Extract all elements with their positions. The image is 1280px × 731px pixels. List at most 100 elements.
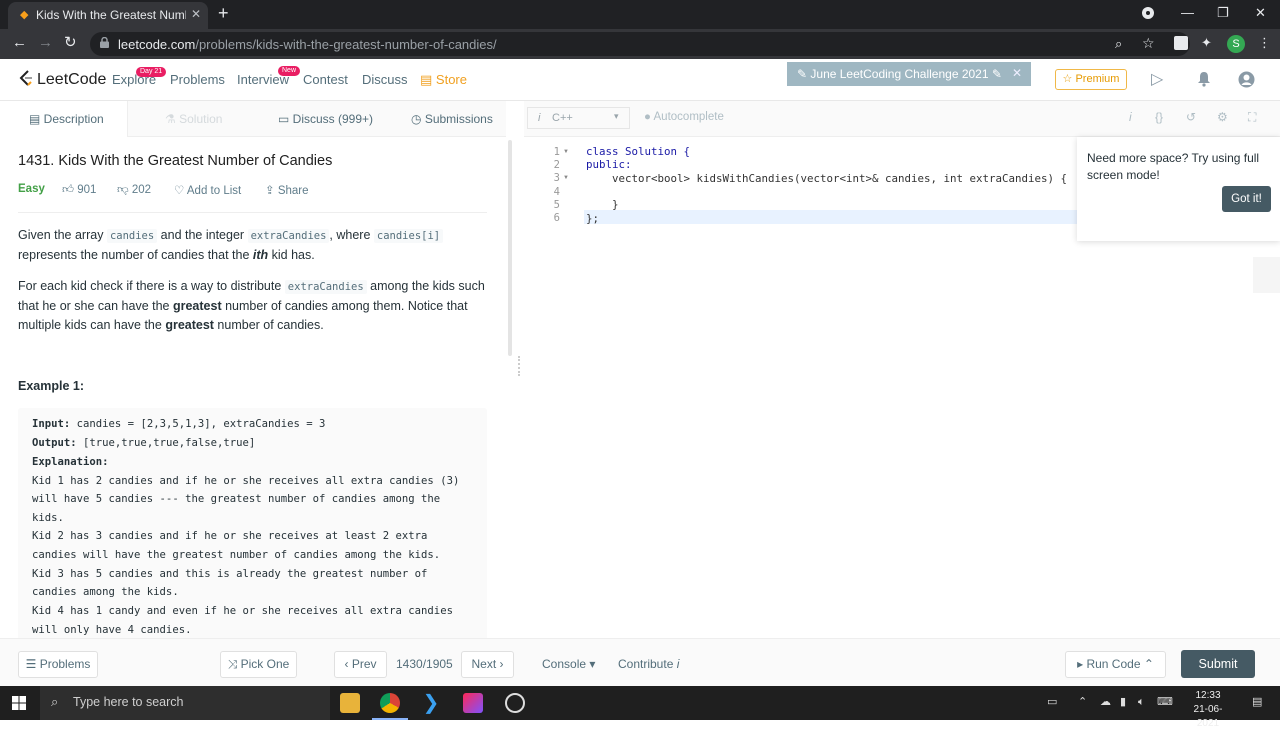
problems-list-button[interactable]: ☰ Problems [18, 651, 98, 678]
browser-menu-icon[interactable]: ⋮ [1258, 36, 1271, 50]
windows-start-icon[interactable] [12, 696, 26, 710]
line-number: 6 [553, 212, 560, 224]
notifications-icon[interactable]: ▤ [1252, 696, 1262, 708]
explanation-line: Kid 1 has 2 candies and if he or she rec… [32, 475, 460, 487]
panel-splitter[interactable] [514, 101, 524, 638]
network-icon[interactable]: ▮ [1120, 696, 1126, 708]
browser-tab-title: Kids With the Greatest Number of Candies… [36, 8, 186, 22]
tab-solution[interactable]: ⚗ Solution [165, 112, 222, 126]
prev-button[interactable]: ‹ Prev [334, 651, 387, 678]
volume-icon[interactable]: 🔈︎ [1138, 696, 1145, 708]
maximize-icon[interactable]: ❐ [1217, 5, 1229, 21]
code-line: class Solution { [586, 145, 691, 158]
line-number: 2 [553, 159, 560, 171]
explore-badge: Day 21 [136, 67, 167, 77]
minimize-icon[interactable]: — [1181, 5, 1194, 20]
info-icon[interactable]: i [1129, 111, 1132, 124]
chevron-left-icon: ‹ [344, 657, 352, 671]
vscode-icon[interactable]: ❯ [421, 693, 441, 713]
taskbar-clock[interactable]: 12:33 21-06-2021 [1183, 689, 1233, 731]
cloud-icon[interactable]: ☁ [1100, 696, 1111, 708]
tab-submissions[interactable]: ◷ Submissions [411, 112, 493, 126]
close-tab-icon[interactable]: ✕ [191, 7, 201, 21]
dislike-button[interactable]: 👎︎ 202 [117, 183, 151, 197]
media-control-icon[interactable] [1141, 6, 1155, 23]
close-window-icon[interactable]: ✕ [1255, 5, 1266, 21]
challenge-banner[interactable]: ✎ June LeetCoding Challenge 2021 ✎ ✕ [787, 62, 1031, 86]
got-it-button[interactable]: Got it! [1222, 186, 1271, 212]
close-banner-icon[interactable]: ✕ [1012, 66, 1022, 80]
language-select[interactable]: i C++ ▾ [527, 107, 630, 129]
share-icon: ⇪ [265, 185, 278, 197]
clock-icon: ◷ [411, 112, 425, 126]
user-avatar-icon[interactable] [1238, 71, 1255, 92]
chrome-icon[interactable] [380, 693, 400, 713]
taskbar-search-box[interactable]: ⌕ Type here to search [40, 686, 330, 720]
example-input: Input: candies = [2,3,5,1,3], extraCandi… [32, 418, 326, 430]
language-icon[interactable]: ⌨ [1157, 696, 1173, 708]
next-button[interactable]: Next › [461, 651, 514, 678]
back-icon[interactable]: ← [12, 35, 27, 51]
inline-code: candies[i] [373, 229, 444, 243]
nav-problems[interactable]: Problems [170, 72, 225, 87]
shuffle-icon: ⤨ [227, 657, 241, 671]
extension-icon[interactable] [1174, 36, 1188, 50]
bottom-action-bar: ☰ Problems ⤨ Pick One ‹ Prev 1430/1905 N… [0, 638, 1280, 686]
add-to-list-button[interactable]: ♡ Add to List [174, 183, 241, 197]
line-number: 1 [553, 146, 560, 158]
nav-store[interactable]: ▤ Store [420, 72, 467, 88]
tray-chevron-up-icon[interactable]: ⌃ [1078, 696, 1087, 708]
divider [18, 212, 487, 213]
braces-icon[interactable]: {} [1155, 111, 1163, 124]
explanation-line: Kid 4 has 1 candy and even if he or she … [32, 605, 453, 617]
flask-icon: ⚗ [165, 112, 180, 126]
notification-bell-icon[interactable] [1197, 71, 1211, 91]
share-button[interactable]: ⇪ Share [265, 183, 309, 197]
zoom-icon[interactable]: ⌕ [1115, 36, 1122, 52]
console-toggle[interactable]: Console ▾ [542, 657, 595, 671]
keyboard-icon[interactable]: ▭ [1047, 696, 1057, 708]
info-icon: i [673, 657, 680, 671]
like-button[interactable]: 👍︎ 901 [62, 183, 96, 197]
reload-icon[interactable]: ↻ [64, 35, 77, 51]
thumbs-down-icon: 👎︎ [117, 184, 132, 196]
premium-button[interactable]: ☆ Premium [1055, 69, 1127, 90]
file-explorer-icon[interactable] [340, 693, 360, 713]
submit-button[interactable]: Submit [1181, 650, 1255, 678]
explanation-line: Kid 2 has 3 candies and if he or she rec… [32, 530, 428, 542]
forward-icon[interactable]: → [38, 35, 53, 51]
browser-tab[interactable]: ◆ Kids With the Greatest Number of Candi… [8, 2, 208, 29]
tab-description[interactable]: ▤ Description [0, 101, 128, 137]
example-block: Input: candies = [2,3,5,1,3], extraCandi… [18, 408, 487, 638]
autocomplete-toggle[interactable]: ● Autocomplete [644, 111, 724, 123]
run-code-button[interactable]: ▸ Run Code ⌃ [1065, 651, 1166, 678]
address-bar[interactable]: leetcode.com/problems/kids-with-the-grea… [90, 32, 1190, 56]
nav-discuss[interactable]: Discuss [362, 72, 408, 87]
fold-arrow-icon[interactable]: ▼ [563, 175, 569, 181]
fullscreen-icon[interactable]: ⛶ [1248, 111, 1256, 124]
example-output: Output: [true,true,true,false,true] [32, 437, 256, 449]
github-desktop-icon[interactable] [505, 693, 525, 713]
description-scrollbar[interactable] [508, 140, 512, 356]
contribute-link[interactable]: Contribute i [618, 657, 679, 671]
new-tab-icon[interactable]: + [218, 4, 229, 22]
extensions-puzzle-icon[interactable]: ✦ [1201, 36, 1212, 50]
url-text: leetcode.com/problems/kids-with-the-grea… [118, 37, 497, 52]
side-drawer-tab[interactable] [1253, 257, 1280, 293]
reset-icon[interactable]: ↺ [1186, 111, 1196, 124]
code-line: } [586, 198, 619, 211]
pick-one-button[interactable]: ⤨ Pick One [220, 651, 297, 678]
leetcode-logo[interactable]: LeetCode [18, 70, 106, 89]
settings-gear-icon[interactable]: ⚙ [1217, 111, 1228, 124]
tab-discuss[interactable]: ▭ Discuss (999+) [278, 112, 373, 126]
bookmark-star-icon[interactable]: ☆ [1142, 35, 1155, 52]
heart-icon: ♡ [174, 185, 187, 197]
nav-contest[interactable]: Contest [303, 72, 348, 87]
fold-arrow-icon[interactable]: ▼ [563, 149, 569, 155]
explanation-line: candies among the kids. [32, 586, 179, 598]
chevron-down-icon: ▾ [586, 657, 596, 671]
playground-icon[interactable]: ▷ [1151, 71, 1163, 88]
intellij-icon[interactable] [463, 693, 483, 713]
profile-avatar[interactable]: S [1227, 35, 1245, 53]
code-line: }; [586, 212, 600, 225]
